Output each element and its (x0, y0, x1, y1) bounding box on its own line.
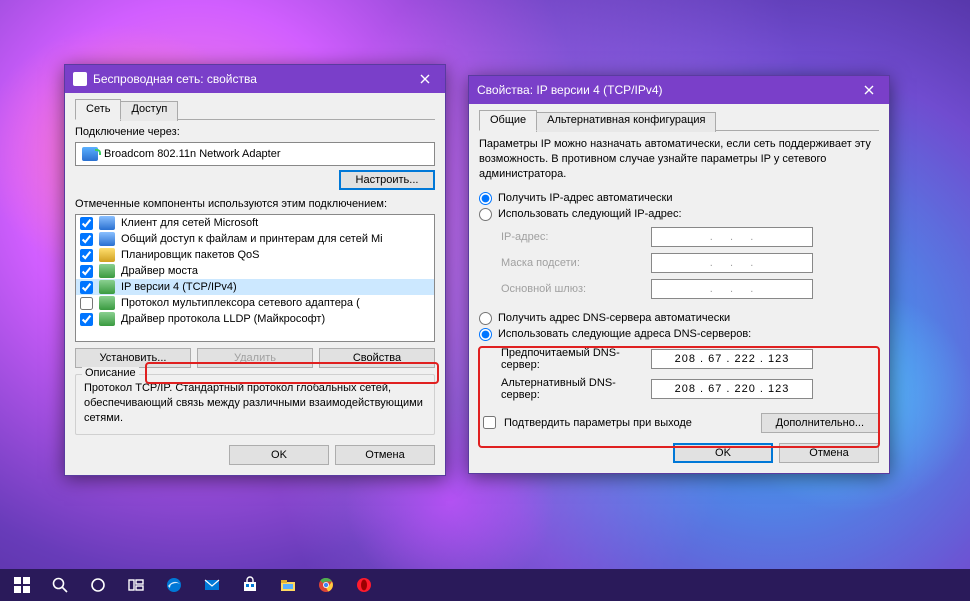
ip-address-label: IP-адрес: (501, 231, 651, 243)
ok-button[interactable]: OK (229, 445, 329, 465)
components-list[interactable]: Клиент для сетей Microsoft Общий доступ … (75, 214, 435, 342)
checkbox[interactable] (80, 281, 93, 294)
gateway-label: Основной шлюз: (501, 283, 651, 295)
cancel-button[interactable]: Отмена (779, 443, 879, 463)
validate-checkbox[interactable] (483, 416, 496, 429)
cancel-button[interactable]: Отмена (335, 445, 435, 465)
titlebar[interactable]: Беспроводная сеть: свойства (65, 65, 445, 93)
radio-ip-manual[interactable]: Использовать следующий IP-адрес: (479, 208, 879, 221)
alternate-dns-input[interactable]: 208 . 67 . 220 . 123 (651, 379, 813, 399)
list-item[interactable]: Планировщик пакетов QoS (76, 247, 434, 263)
tabstrip: Сеть Доступ (75, 99, 435, 120)
advanced-button[interactable]: Дополнительно... (761, 413, 879, 433)
configure-button[interactable]: Настроить... (339, 170, 435, 190)
tabstrip: Общие Альтернативная конфигурация (479, 110, 879, 131)
intro-text: Параметры IP можно назначать автоматичес… (479, 137, 879, 182)
list-item[interactable]: Драйвер моста (76, 263, 434, 279)
uninstall-button: Удалить (197, 348, 313, 368)
wireless-properties-window: Беспроводная сеть: свойства Сеть Доступ … (64, 64, 446, 476)
cortana-icon[interactable] (80, 571, 116, 599)
install-button[interactable]: Установить... (75, 348, 191, 368)
components-label: Отмеченные компоненты используются этим … (75, 198, 435, 210)
subnet-mask-input: . . . (651, 253, 813, 273)
search-icon[interactable] (42, 571, 78, 599)
edge-icon[interactable] (156, 571, 192, 599)
ok-button[interactable]: OK (673, 443, 773, 463)
radio-dns-auto[interactable]: Получить адрес DNS-сервера автоматически (479, 312, 879, 325)
tab-network[interactable]: Сеть (75, 99, 121, 120)
mail-icon[interactable] (194, 571, 230, 599)
checkbox[interactable] (80, 217, 93, 230)
protocol-icon (99, 216, 115, 230)
opera-icon[interactable] (346, 571, 382, 599)
adapter-field: Broadcom 802.11n Network Adapter (75, 142, 435, 166)
properties-button[interactable]: Свойства (319, 348, 435, 368)
window-title: Беспроводная сеть: свойства (93, 72, 405, 86)
alternate-dns-label: Альтернативный DNS-сервер: (501, 377, 651, 401)
chrome-icon[interactable] (308, 571, 344, 599)
adapter-icon (82, 147, 98, 161)
radio-dns-manual[interactable]: Использовать следующие адреса DNS-сервер… (479, 328, 879, 341)
close-button[interactable] (405, 65, 445, 93)
checkbox[interactable] (80, 297, 93, 310)
checkbox[interactable] (80, 265, 93, 278)
store-icon[interactable] (232, 571, 268, 599)
protocol-icon (99, 312, 115, 326)
tab-access[interactable]: Доступ (120, 101, 178, 121)
window-title: Свойства: IP версии 4 (TCP/IPv4) (477, 83, 849, 97)
protocol-icon (99, 264, 115, 278)
list-item[interactable]: Клиент для сетей Microsoft (76, 215, 434, 231)
protocol-icon (99, 248, 115, 262)
radio-ip-auto[interactable]: Получить IP-адрес автоматически (479, 192, 879, 205)
preferred-dns-label: Предпочитаемый DNS-сервер: (501, 347, 651, 371)
ip-address-input: . . . (651, 227, 813, 247)
checkbox[interactable] (80, 313, 93, 326)
start-button[interactable] (4, 571, 40, 599)
list-item[interactable]: Протокол мультиплексора сетевого адаптер… (76, 295, 434, 311)
validate-label: Подтвердить параметры при выходе (504, 417, 692, 429)
connect-using-label: Подключение через: (75, 126, 435, 138)
description-text: Протокол TCP/IP. Стандартный протокол гл… (84, 381, 426, 426)
protocol-icon (99, 280, 115, 294)
subnet-mask-label: Маска подсети: (501, 257, 651, 269)
tab-alternate[interactable]: Альтернативная конфигурация (536, 112, 716, 132)
close-button[interactable] (849, 76, 889, 104)
checkbox[interactable] (80, 233, 93, 246)
list-item-selected[interactable]: IP версии 4 (TCP/IPv4) (76, 279, 434, 295)
protocol-icon (99, 232, 115, 246)
gateway-input: . . . (651, 279, 813, 299)
description-title: Описание (82, 367, 139, 379)
list-item[interactable]: Драйвер протокола LLDP (Майкрософт) (76, 311, 434, 327)
list-item[interactable]: Общий доступ к файлам и принтерам для се… (76, 231, 434, 247)
description-group: Описание Протокол TCP/IP. Стандартный пр… (75, 374, 435, 435)
checkbox[interactable] (80, 249, 93, 262)
taskbar[interactable] (0, 569, 970, 601)
tab-general[interactable]: Общие (479, 110, 537, 131)
network-icon (73, 72, 87, 86)
preferred-dns-input[interactable]: 208 . 67 . 222 . 123 (651, 349, 813, 369)
protocol-icon (99, 296, 115, 310)
adapter-name: Broadcom 802.11n Network Adapter (104, 148, 281, 160)
titlebar[interactable]: Свойства: IP версии 4 (TCP/IPv4) (469, 76, 889, 104)
taskview-icon[interactable] (118, 571, 154, 599)
ipv4-properties-window: Свойства: IP версии 4 (TCP/IPv4) Общие А… (468, 75, 890, 474)
explorer-icon[interactable] (270, 571, 306, 599)
